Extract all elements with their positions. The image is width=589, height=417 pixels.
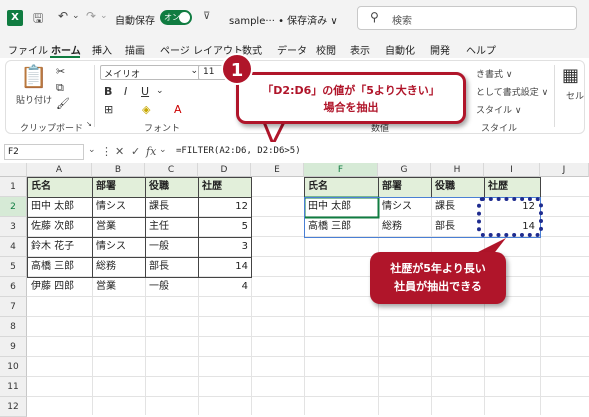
callout2-line2: 社員が抽出できる: [394, 280, 482, 293]
callout2-pointer: [470, 238, 506, 256]
callout2-line1: 社歴が5年より長い: [390, 262, 486, 275]
callout-result-explanation: 社歴が5年より長い 社員が抽出できる: [370, 252, 506, 304]
